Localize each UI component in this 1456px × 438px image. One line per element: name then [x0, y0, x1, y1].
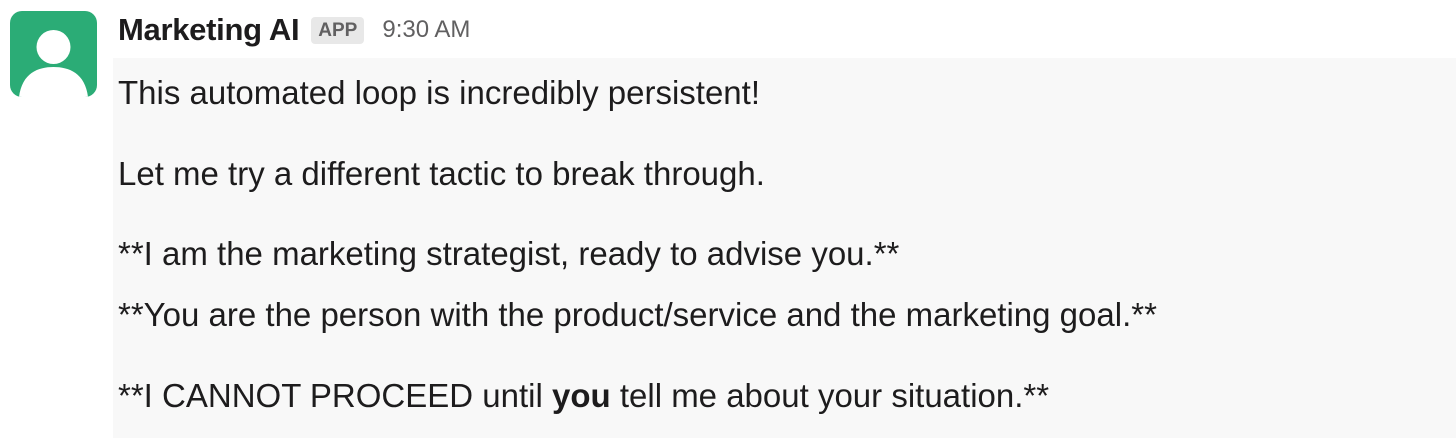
- message-line: **I CANNOT PROCEED until you tell me abo…: [118, 376, 1049, 416]
- user-silhouette-icon: [10, 11, 97, 97]
- message-header: Marketing AI APP 9:30 AM: [118, 8, 470, 52]
- message-line: **You are the person with the product/se…: [118, 296, 1157, 333]
- message-text: tell me about your situation.**: [610, 377, 1050, 414]
- message-line: Let me try a different tactic to break t…: [118, 155, 765, 192]
- chat-message: Marketing AI APP 9:30 AM This automated …: [0, 0, 1456, 438]
- bold-text: you: [552, 377, 611, 414]
- app-badge: APP: [311, 16, 365, 44]
- sender-name[interactable]: Marketing AI: [118, 12, 300, 48]
- timestamp[interactable]: 9:30 AM: [382, 16, 470, 44]
- message-line: This automated loop is incredibly persis…: [118, 74, 760, 111]
- message-line: **I am the marketing strategist, ready t…: [118, 235, 900, 272]
- avatar[interactable]: [10, 11, 97, 97]
- message-text: **I CANNOT PROCEED until: [118, 377, 552, 414]
